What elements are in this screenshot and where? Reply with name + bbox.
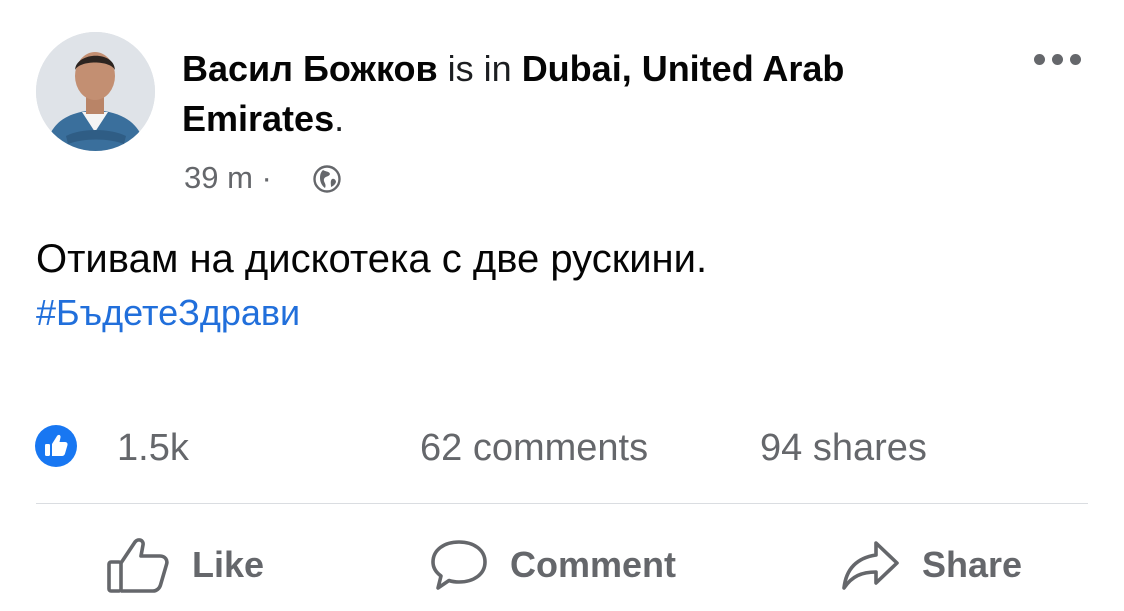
more-options-button[interactable] (1030, 54, 1086, 68)
avatar-photo (36, 32, 155, 151)
more-dot-icon (1070, 54, 1081, 65)
reactions-count[interactable]: 1.5k (117, 425, 189, 471)
more-dot-icon (1034, 54, 1045, 65)
share-button[interactable]: Share (840, 532, 1022, 598)
post-text: Отивам на дискотека с две рускини. (36, 237, 708, 281)
comments-count[interactable]: 62 comments (420, 425, 648, 471)
more-dot-icon (1052, 54, 1063, 65)
author-avatar[interactable] (36, 32, 155, 151)
comment-label: Comment (510, 544, 677, 585)
shares-count[interactable]: 94 shares (760, 425, 927, 471)
location-line-2: Emirates (182, 98, 335, 139)
thumbs-up-outline-icon (107, 538, 169, 593)
location-line-1: Dubai, United Arab (521, 48, 845, 89)
like-label: Like (192, 544, 265, 585)
thumbs-up-icon (45, 434, 68, 456)
comment-button[interactable]: Comment (430, 532, 676, 598)
like-reaction-icon[interactable] (35, 425, 77, 467)
share-arrow-icon (842, 541, 899, 590)
post-header: Васил Божков is in Dubai, United Arab Emi… (182, 44, 1022, 144)
header-period: . (334, 98, 345, 139)
hashtag-link[interactable]: #БъдетеЗдрави (36, 289, 300, 337)
author-name[interactable]: Васил Божков (182, 48, 438, 89)
globe-icon[interactable] (312, 164, 342, 194)
like-button[interactable]: Like (106, 532, 264, 598)
post-timestamp[interactable]: 39 m · (184, 158, 272, 198)
actions-divider (36, 503, 1088, 504)
speech-bubble-icon (431, 540, 487, 590)
header-connector: is in (447, 48, 512, 89)
share-label: Share (922, 544, 1023, 585)
